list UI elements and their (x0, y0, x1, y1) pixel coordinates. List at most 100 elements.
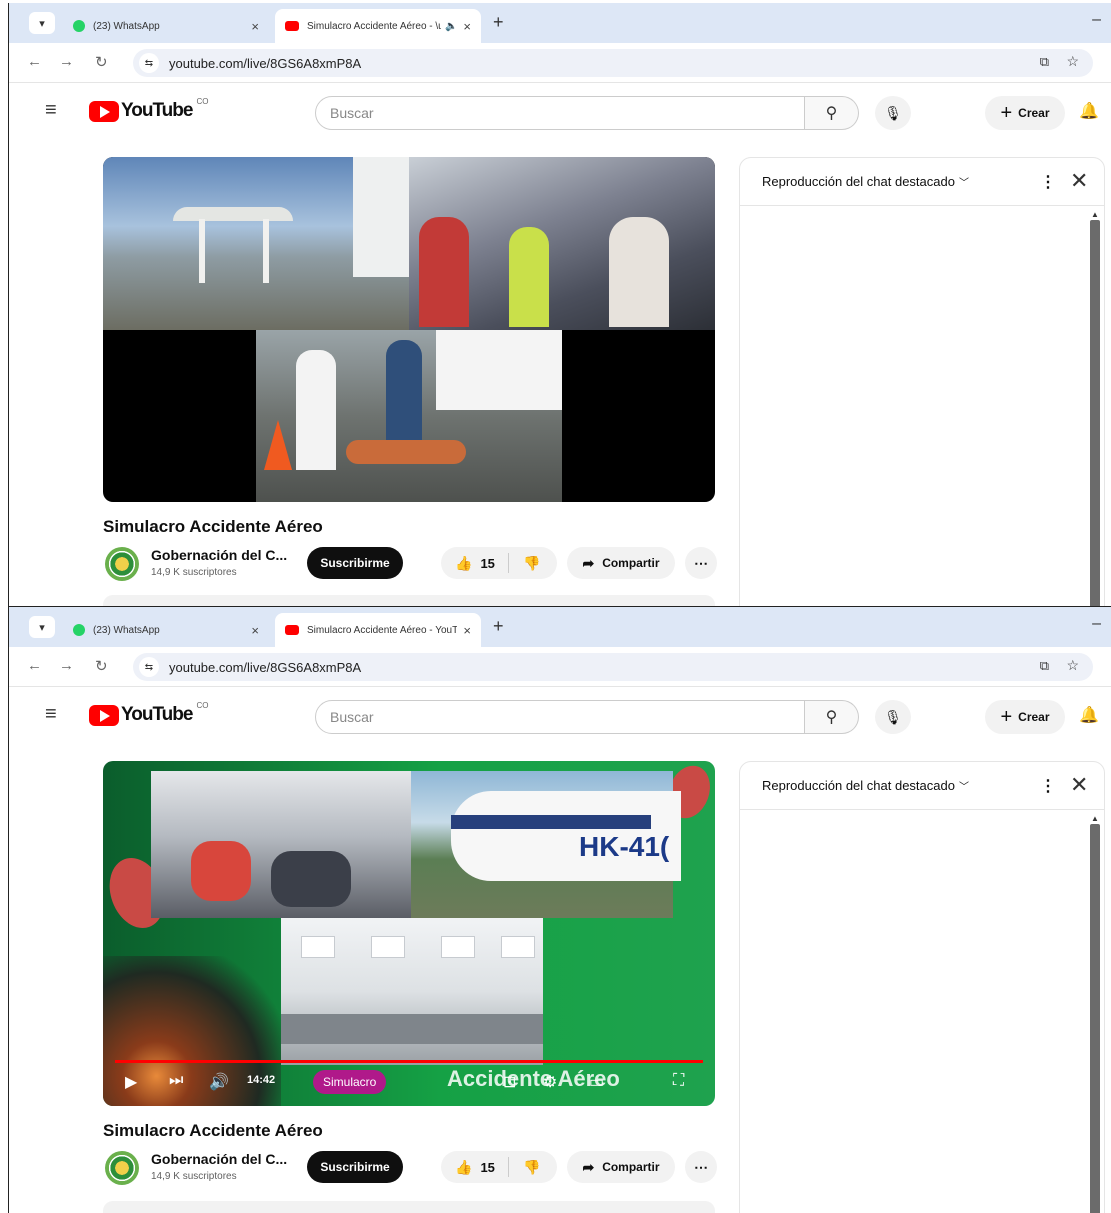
more-icon: ⋯ (694, 554, 708, 571)
video-panel-crowd (409, 157, 715, 330)
close-icon[interactable]: ✕ (1070, 772, 1088, 798)
channel-name[interactable]: Gobernación del C... (151, 1151, 287, 1167)
minimize-button[interactable]: – (1092, 11, 1101, 29)
channel-name[interactable]: Gobernación del C... (151, 547, 287, 563)
video-player[interactable] (103, 157, 715, 502)
audio-playing-icon[interactable]: 🔈 (445, 21, 457, 32)
omnibox[interactable]: ⇆ youtube.com/live/8GS6A8xmP8A ⧉ ☆ (133, 653, 1093, 681)
minimize-button[interactable]: – (1092, 615, 1101, 633)
chat-mode-dropdown[interactable]: Reproducción del chat destacado ﹀ (762, 174, 969, 189)
dislike-button[interactable]: 👎 (509, 1159, 540, 1176)
chat-menu-icon[interactable]: ⋮ (1040, 776, 1056, 796)
share-button[interactable]: ➦ Compartir (567, 1151, 675, 1183)
share-button[interactable]: ➦ Compartir (567, 547, 675, 579)
more-actions-button[interactable]: ⋯ (685, 1151, 717, 1183)
new-tab-button[interactable]: + (493, 12, 504, 33)
subscribe-button[interactable]: Suscribirme (307, 1151, 403, 1183)
youtube-logo[interactable]: YouTube CO (89, 97, 208, 122)
whatsapp-icon (73, 624, 85, 636)
volume-icon[interactable]: 🔊 (209, 1072, 229, 1092)
channel-avatar[interactable] (105, 547, 139, 581)
tab-youtube[interactable]: Simulacro Accidente Aéreo - YouT × (275, 613, 481, 647)
notifications-icon[interactable]: 🔔 (1079, 705, 1099, 725)
search-button[interactable]: ⚲ (805, 96, 859, 130)
search-button[interactable]: ⚲ (805, 700, 859, 734)
notifications-icon[interactable]: 🔔 (1079, 101, 1099, 121)
site-info-icon[interactable]: ⇆ (139, 53, 159, 73)
channel-row: Gobernación del C... 14,9 K suscriptores… (103, 545, 723, 585)
close-tab-icon[interactable]: × (251, 623, 259, 638)
omnibox[interactable]: ⇆ youtube.com/live/8GS6A8xmP8A ⧉ ☆ (133, 49, 1093, 77)
voice-search-button[interactable]: 🎙 (875, 700, 911, 734)
scroll-up-icon[interactable]: ▲ (1091, 814, 1099, 823)
youtube-play-icon (89, 704, 119, 726)
chapter-title[interactable]: Simulacro (313, 1070, 387, 1094)
close-icon[interactable]: ✕ (1070, 168, 1088, 194)
channel-avatar[interactable] (105, 1151, 139, 1185)
mic-icon: 🎙 (884, 104, 902, 121)
chat-mode-dropdown[interactable]: Reproducción del chat destacado ﹀ (762, 778, 969, 793)
tab-whatsapp[interactable]: (23) WhatsApp × (63, 613, 269, 647)
subtitles-icon[interactable]: ⊡ (503, 1072, 516, 1092)
scroll-up-icon[interactable]: ▲ (1091, 210, 1099, 219)
thumbs-down-icon: 👎 (523, 1158, 541, 1175)
chat-scrollbar[interactable] (1090, 824, 1100, 1213)
tab-search-button[interactable]: ▾ (29, 12, 55, 34)
back-icon[interactable]: ← (27, 53, 42, 70)
share-icon: ➦ (582, 1158, 595, 1175)
like-button[interactable]: 👍 15 (441, 553, 509, 573)
chat-panel: Reproducción del chat destacado ﹀ ⋮ ✕ ▲ (739, 157, 1105, 606)
bookmark-star-icon[interactable]: ☆ (1066, 53, 1079, 70)
more-actions-button[interactable]: ⋯ (685, 547, 717, 579)
forward-icon[interactable]: → (59, 53, 74, 70)
player-controls: ▶ ⏭ 🔊 14:42 Simulacro Accidente Aéreo ⊡ … (103, 1060, 715, 1106)
subscribe-button[interactable]: Suscribirme (307, 547, 403, 579)
miniplayer-icon[interactable]: ▭ (589, 1072, 604, 1092)
new-tab-button[interactable]: + (493, 616, 504, 637)
tab-youtube[interactable]: Simulacro Accidente Aéreo - \u00a0 🔈 × (275, 9, 481, 43)
dislike-button[interactable]: 👎 (509, 555, 540, 572)
forward-icon[interactable]: → (59, 657, 74, 674)
like-dislike-group: 👍 15 👎 (441, 547, 557, 579)
reload-icon[interactable]: ↻ (95, 657, 108, 675)
play-icon[interactable]: ▶ (125, 1072, 137, 1092)
description-box[interactable] (103, 595, 715, 606)
install-app-icon[interactable]: ⧉ (1040, 658, 1049, 674)
share-icon: ➦ (582, 554, 595, 571)
next-icon[interactable]: ⏭ (169, 1072, 183, 1090)
voice-search-button[interactable]: 🎙 (875, 96, 911, 130)
create-button[interactable]: + Crear (985, 700, 1065, 734)
menu-icon[interactable]: ≡ (45, 703, 65, 726)
chat-menu-icon[interactable]: ⋮ (1040, 172, 1056, 192)
like-dislike-group: 👍 15 👎 (441, 1151, 557, 1183)
chat-scrollbar[interactable] (1090, 220, 1100, 606)
create-button[interactable]: + Crear (985, 96, 1065, 130)
back-icon[interactable]: ← (27, 657, 42, 674)
search-input[interactable]: Buscar (315, 700, 805, 734)
search-input[interactable]: Buscar (315, 96, 805, 130)
video-panel-airport (103, 157, 409, 330)
chevron-down-icon: ﹀ (958, 782, 969, 793)
tab-search-button[interactable]: ▾ (29, 616, 55, 638)
video-player[interactable]: HK-41( ▶ ⏭ 🔊 14:42 Simulacro Accidente A… (103, 761, 715, 1106)
menu-icon[interactable]: ≡ (45, 99, 65, 122)
fullscreen-icon[interactable]: ⛶ (673, 1072, 684, 1090)
settings-gear-icon[interactable]: ⚙ (543, 1072, 557, 1092)
browser-window-2: ▾ (23) WhatsApp × Simulacro Accidente Aé… (8, 606, 1111, 1213)
description-box[interactable] (103, 1201, 715, 1213)
close-tab-icon[interactable]: × (251, 19, 259, 34)
youtube-header: ≡ YouTube CO Buscar ⚲ 🎙 + Crear 🔔 (9, 85, 1111, 141)
install-app-icon[interactable]: ⧉ (1040, 54, 1049, 70)
youtube-icon (285, 625, 299, 635)
reload-icon[interactable]: ↻ (95, 53, 108, 71)
site-info-icon[interactable]: ⇆ (139, 657, 159, 677)
address-bar-row: ← → ↻ ⇆ youtube.com/live/8GS6A8xmP8A ⧉ ☆ (9, 647, 1111, 687)
close-tab-icon[interactable]: × (463, 623, 471, 638)
tab-whatsapp[interactable]: (23) WhatsApp × (63, 9, 269, 43)
close-tab-icon[interactable]: × (463, 19, 471, 34)
youtube-logo[interactable]: YouTube CO (89, 701, 208, 726)
more-icon: ⋯ (694, 1158, 708, 1175)
progress-bar[interactable] (115, 1060, 703, 1063)
like-button[interactable]: 👍 15 (441, 1157, 509, 1177)
bookmark-star-icon[interactable]: ☆ (1066, 657, 1079, 674)
